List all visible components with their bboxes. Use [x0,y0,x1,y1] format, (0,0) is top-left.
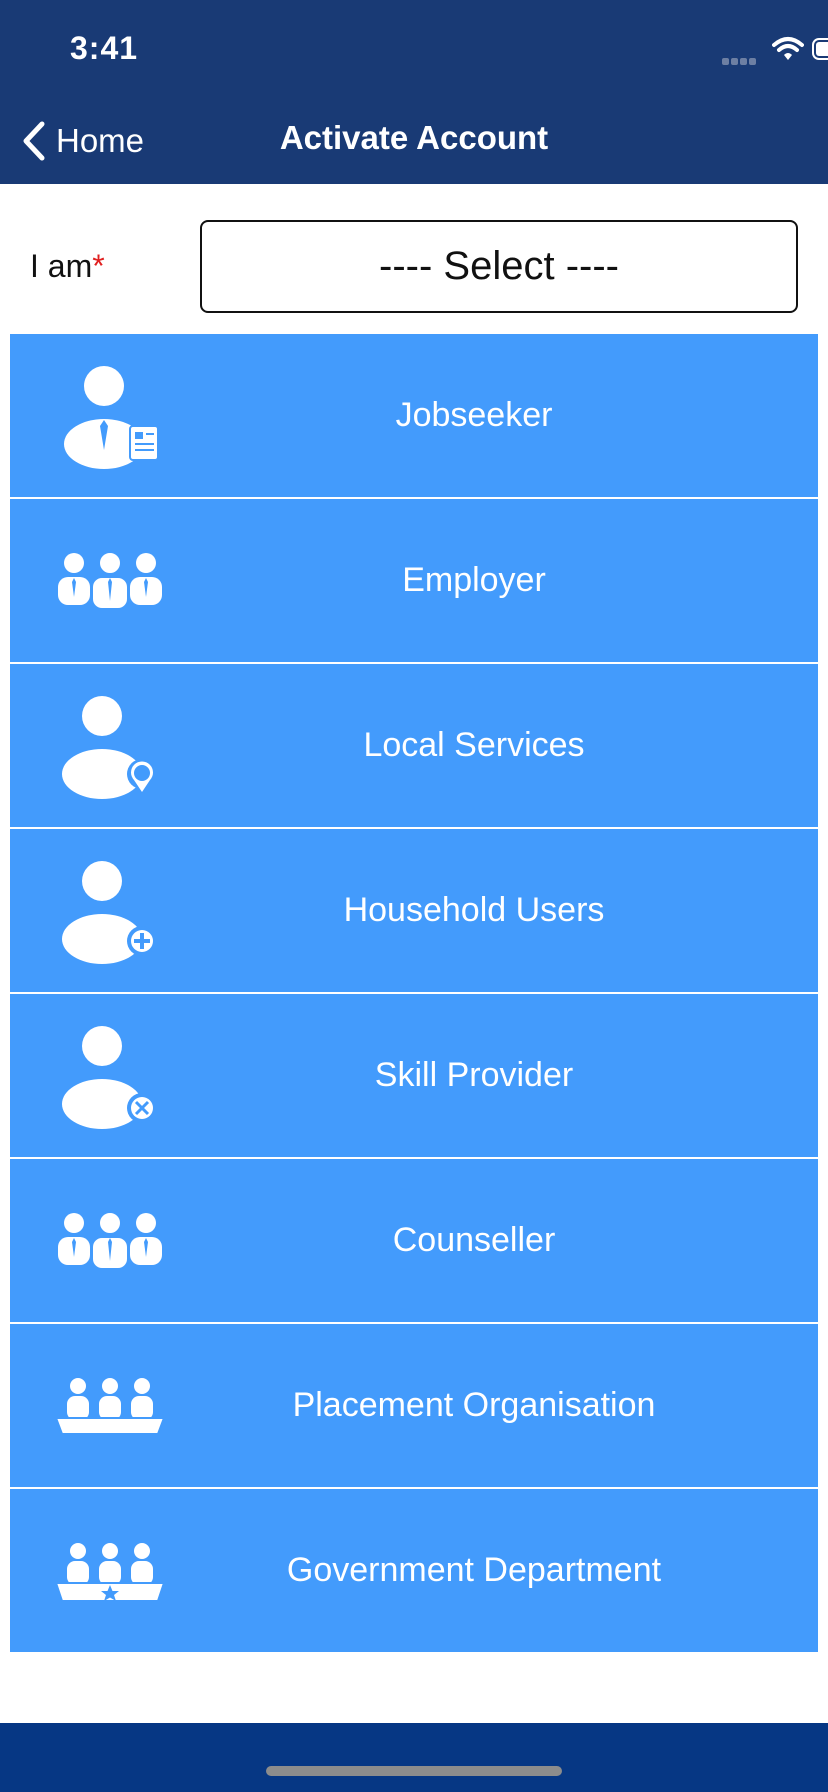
option-label: Employer [402,561,546,599]
page-title: Activate Account [279,119,549,156]
option-label: Household Users [343,891,605,929]
required-marker: * [92,248,105,284]
option-skill-provider[interactable]: Skill Provider [10,994,818,1157]
role-select[interactable]: ---- Select ---- [200,220,798,313]
role-label: I am* [30,248,105,285]
option-jobseeker[interactable]: Jobseeker [10,334,818,497]
role-label-text: I am [30,248,93,284]
battery-icon [812,38,828,60]
option-label: Counseller [392,1221,556,1259]
option-label: Jobseeker [395,396,553,434]
option-label: Skill Provider [374,1056,574,1094]
role-select-row: I am* ---- Select ---- [0,184,828,334]
status-time: 3:41 [70,30,139,66]
cellular-signal-icon [722,52,762,65]
option-household-users[interactable]: Household Users [10,829,818,992]
wifi-icon [772,37,804,60]
option-employer[interactable]: Employer [10,499,818,662]
option-placement-organisation[interactable]: Placement Organisation [10,1324,818,1487]
role-options-list: Jobseeker Employer Local Services Househ… [10,334,818,1652]
option-government-department[interactable]: Government Department [10,1489,818,1652]
home-indicator[interactable] [266,1766,562,1776]
option-counseller[interactable]: Counseller [10,1159,818,1322]
bottom-bar [0,1723,828,1792]
option-label: Local Services [363,726,585,764]
option-label: Placement Organisation [292,1386,656,1424]
option-local-services[interactable]: Local Services [10,664,818,827]
option-label: Government Department [286,1551,662,1589]
navigation-bar: 3:41 Home Activate Account [0,0,828,184]
